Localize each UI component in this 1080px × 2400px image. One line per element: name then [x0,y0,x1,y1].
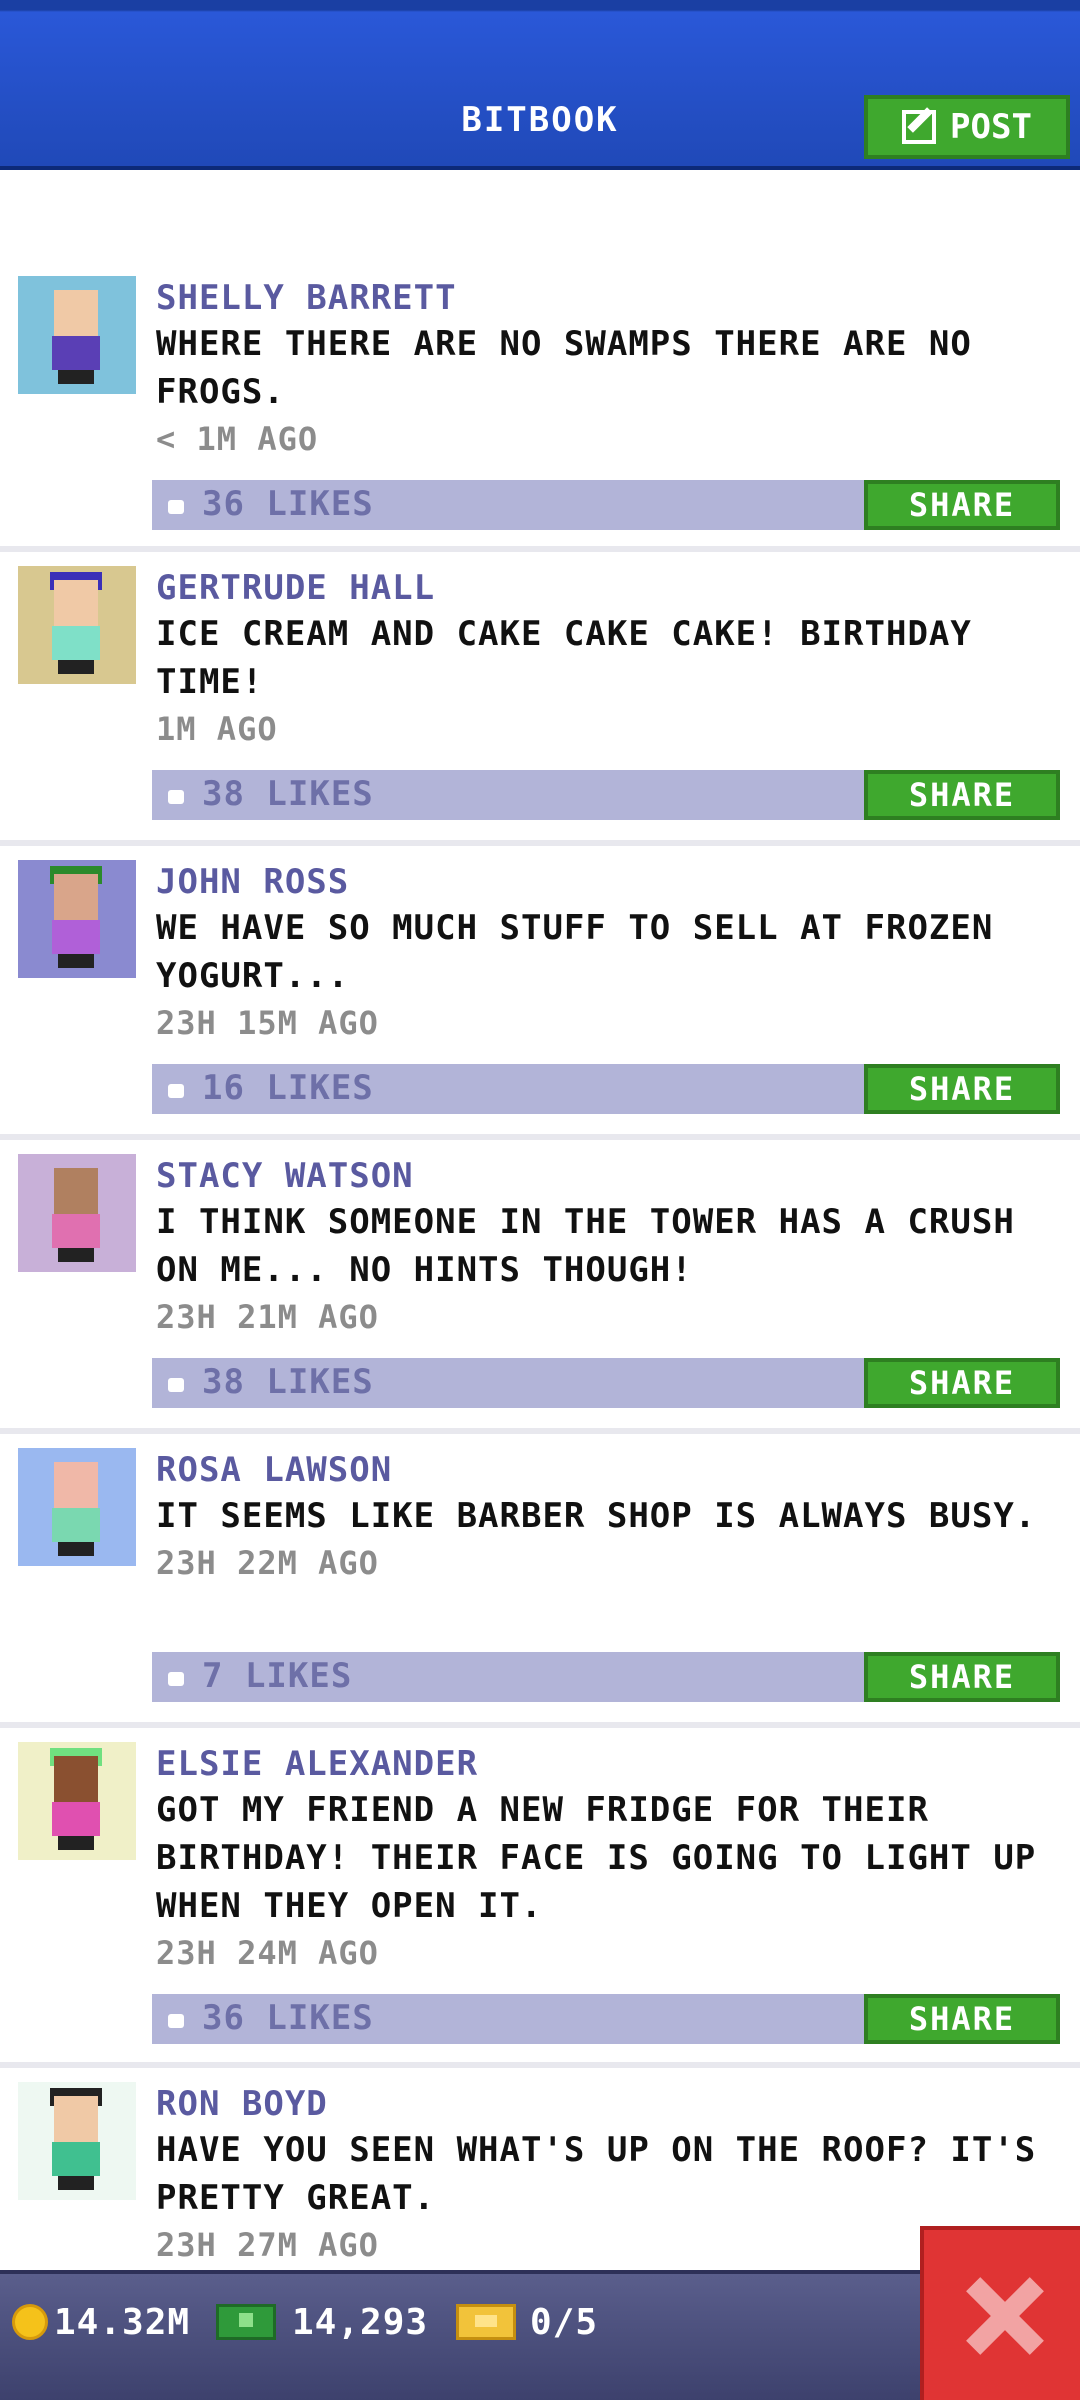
feed-post: JOHN ROSS WE HAVE SO MUCH STUFF TO SELL … [0,846,1080,1140]
share-button[interactable]: SHARE [864,480,1060,530]
like-count: 16 LIKES [202,1068,374,1108]
news-feed[interactable]: SHELLY BARRETT WHERE THERE ARE NO SWAMPS… [0,262,1080,2308]
avatar [18,1154,136,1272]
coins-value: 14.32M [54,2302,191,2343]
like-count: 38 LIKES [202,774,374,814]
like-count: 36 LIKES [202,1998,374,2038]
like-bar[interactable]: 38 LIKES SHARE [152,1358,1060,1408]
share-button[interactable]: SHARE [864,1994,1060,2044]
post-time: 23H 24M AGO [156,1934,379,1972]
post-message: ICE CREAM AND CAKE CAKE CAKE! BIRTHDAY T… [156,614,972,702]
post-message: GOT MY FRIEND A NEW FRIDGE FOR THEIR BIR… [156,1790,1037,1926]
avatar [18,1742,136,1860]
feed-post: ELSIE ALEXANDER GOT MY FRIEND A NEW FRID… [0,1728,1080,2068]
resource-bar: 14.32M 14,293 0/5 [0,2270,1080,2400]
avatar [18,1448,136,1566]
post-time: 23H 21M AGO [156,1298,379,1336]
share-button[interactable]: SHARE [864,1064,1060,1114]
post-message: IT SEEMS LIKE BARBER SHOP IS ALWAYS BUSY… [156,1496,1037,1536]
post-time: < 1M AGO [156,420,319,458]
post-author[interactable]: GERTRUDE HALL [156,566,1066,610]
app-header: BITBOOK POST [0,0,1080,170]
thumbs-up-icon [164,774,186,804]
post-button-label: POST [950,107,1032,147]
post-author[interactable]: RON BOYD [156,2082,1066,2126]
post-button[interactable]: POST [864,95,1070,159]
thumbs-up-icon [164,1362,186,1392]
like-bar[interactable]: 36 LIKES SHARE [152,480,1060,530]
feed-post: STACY WATSON I THINK SOMEONE IN THE TOWE… [0,1140,1080,1434]
like-count: 36 LIKES [202,484,374,524]
cash-value: 14,293 [292,2302,429,2343]
share-button[interactable]: SHARE [864,1358,1060,1408]
share-button[interactable]: SHARE [864,1652,1060,1702]
post-time: 1M AGO [156,710,278,748]
like-bar[interactable]: 38 LIKES SHARE [152,770,1060,820]
like-bar[interactable]: 16 LIKES SHARE [152,1064,1060,1114]
like-bar[interactable]: 7 LIKES SHARE [152,1652,1060,1702]
avatar [18,2082,136,2200]
share-button[interactable]: SHARE [864,770,1060,820]
post-message: HAVE YOU SEEN WHAT'S UP ON THE ROOF? IT'… [156,2130,1037,2218]
post-time: 23H 22M AGO [156,1544,379,1582]
close-button[interactable] [920,2226,1080,2400]
feed-post: GERTRUDE HALL ICE CREAM AND CAKE CAKE CA… [0,552,1080,846]
avatar [18,860,136,978]
edit-icon [902,110,937,144]
thumbs-up-icon [164,484,186,514]
avatar [18,566,136,684]
post-author[interactable]: STACY WATSON [156,1154,1066,1198]
ticket-icon [456,2304,516,2340]
avatar [18,276,136,394]
like-count: 38 LIKES [202,1362,374,1402]
like-bar[interactable]: 36 LIKES SHARE [152,1994,1060,2044]
post-author[interactable]: SHELLY BARRETT [156,276,1066,320]
post-author[interactable]: JOHN ROSS [156,860,1066,904]
post-message: WE HAVE SO MUCH STUFF TO SELL AT FROZEN … [156,908,994,996]
coin-icon [12,2304,48,2340]
like-count: 7 LIKES [202,1656,353,1696]
feed-post: ROSA LAWSON IT SEEMS LIKE BARBER SHOP IS… [0,1434,1080,1728]
post-time: 23H 15M AGO [156,1004,379,1042]
thumbs-up-icon [164,1068,186,1098]
thumbs-up-icon [164,1998,186,2028]
cash-icon [216,2304,276,2340]
thumbs-up-icon [164,1656,186,1686]
post-author[interactable]: ELSIE ALEXANDER [156,1742,1066,1786]
feed-post: SHELLY BARRETT WHERE THERE ARE NO SWAMPS… [0,262,1080,552]
tickets-value: 0/5 [530,2302,599,2343]
post-message: WHERE THERE ARE NO SWAMPS THERE ARE NO F… [156,324,972,412]
post-message: I THINK SOMEONE IN THE TOWER HAS A CRUSH… [156,1202,1015,1290]
post-author[interactable]: ROSA LAWSON [156,1448,1066,1492]
